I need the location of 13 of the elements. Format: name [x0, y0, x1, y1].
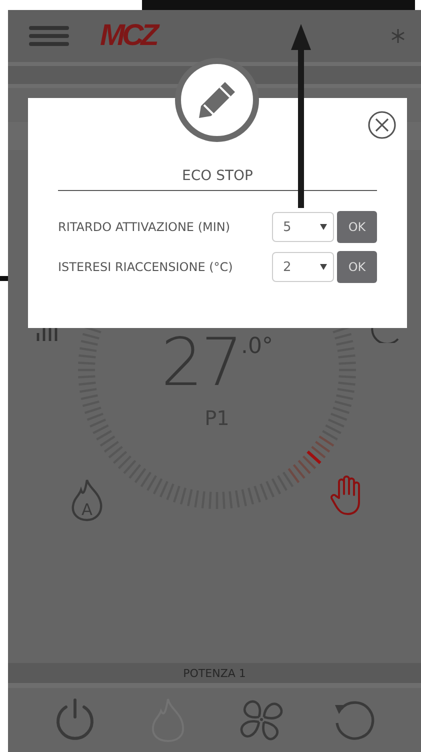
caret-icon [320, 264, 327, 270]
menu-icon[interactable] [28, 25, 70, 47]
brand-logo: MCZ [100, 19, 156, 53]
ok-button[interactable]: OK [337, 211, 377, 243]
snowflake-icon[interactable] [391, 29, 405, 43]
field-label: RITARDO ATTIVAZIONE (MIN) [58, 220, 232, 234]
close-button[interactable] [367, 110, 397, 140]
value-dropdown[interactable]: 5 [272, 212, 334, 242]
field-label: ISTERESI RIACCENSIONE (°C) [58, 260, 234, 274]
value-dropdown[interactable]: 2 [272, 252, 334, 282]
ok-button[interactable]: OK [337, 251, 377, 283]
bars-icon[interactable] [36, 325, 58, 341]
caret-icon [320, 224, 327, 230]
